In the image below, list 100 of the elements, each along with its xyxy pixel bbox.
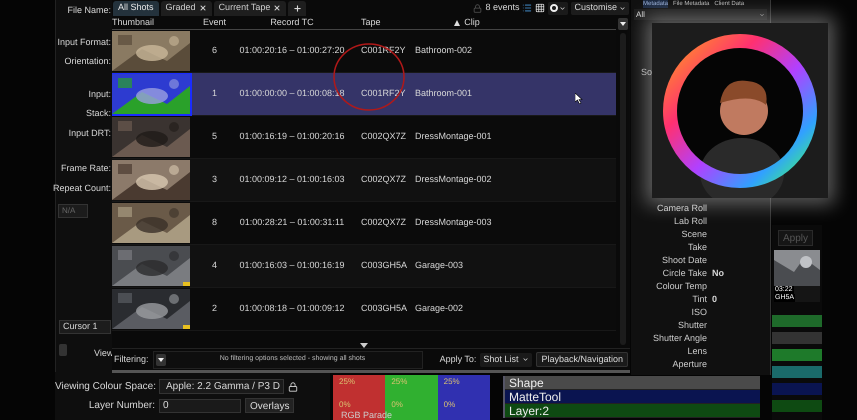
layer-row[interactable]: MatteTool [505,390,760,404]
metadata-label: Camera Roll [656,202,707,216]
record-tc-cell-text: 01:00:16:03 – 01:00:16:19 [238,259,346,272]
field-label: Repeat Count: [52,182,111,195]
list-view-icon[interactable] [522,3,532,13]
event-cell-text: 5 [210,130,218,144]
field-label: Layer Number: [88,399,155,413]
tape-cell-text: C003GH5A [360,259,407,272]
record-tc-cell-text: 01:00:09:12 – 01:00:16:03 [238,173,346,186]
metadata-value: 0 [712,293,718,306]
metadata-label: ISO [690,306,707,320]
field-label: Orientation: [64,55,111,68]
metadata-label: So [641,66,654,79]
event-cell-text: 6 [210,44,218,58]
shot-row[interactable]: 2 01:00:08:18 – 01:00:09:12 C003GH5A Garage-002 [112,288,616,331]
event-cell-text: 8 [210,216,218,230]
caret-icon [522,356,530,363]
event-cell-text: 3 [210,173,218,186]
layer-number-field[interactable]: 0 [159,398,241,412]
close-icon[interactable] [273,4,282,12]
metadata-label: Shoot Date [660,254,707,268]
lock-icon[interactable] [288,382,298,392]
field-label: Stack: [86,107,111,120]
scrollbar[interactable] [616,16,630,348]
caret-icon [158,358,164,362]
shot-row[interactable]: 8 01:00:28:21 – 01:00:31:11 C002QX7Z DressMontage-003 [112,202,616,245]
column-header[interactable]: Thumbnail [112,16,192,30]
tab[interactable]: All Shots [113,0,159,16]
colour-space-dropdown[interactable]: Apple: 2.2 Gamma / P3 D [159,379,284,394]
scale-label: 0% [391,399,403,411]
event-cell-text: 1 [210,87,218,100]
column-header[interactable]: Event [192,16,237,30]
caret-icon [619,4,626,12]
event-cell-text: 2 [210,302,218,316]
apply-to-label: Apply To: [440,352,476,366]
add-icon [292,4,302,12]
timeline-track [772,383,822,395]
tape-cell-text: C002QX7Z [360,130,407,144]
event-cell-text: 4 [210,259,218,272]
field-label: Input Format: [57,36,111,49]
timeline-track [772,400,822,412]
timeline-track [772,349,822,361]
clip-cell-text: DressMontage-002 [414,173,493,186]
options-dropdown[interactable] [548,2,568,14]
clip-cell-text: Bathroom-002 [414,44,474,58]
field-label: Input: [88,88,111,101]
scale-label: 25% [339,376,356,388]
clip-cell-text: Garage-003 [414,259,464,272]
scale-label: 25% [444,376,460,388]
metadata-label: Colour Temp [655,280,707,294]
tab[interactable]: Graded [160,0,212,16]
record-tc-cell-text: 01:00:28:21 – 01:00:31:11 [238,216,346,230]
shot-row[interactable]: 5 01:00:16:19 – 01:00:20:16 C002QX7Z DressMontage-001 [112,116,616,159]
tab[interactable]: Current Tape [214,0,286,16]
metadata-label: Tint [691,293,707,306]
close-icon[interactable] [198,4,207,12]
timeline-track [772,366,822,378]
metadata-label: Lab Roll [672,215,707,228]
pointer-icon [575,92,583,104]
metadata-filter-dropdown[interactable]: All [634,9,767,20]
collapse-icon[interactable] [360,343,368,348]
record-tc-cell-text: 01:00:08:18 – 01:00:09:12 [238,302,346,316]
add-tab-button[interactable] [288,0,306,16]
playback-navigation-button[interactable]: Playback/Navigation [536,352,628,367]
column-header[interactable]: Clip [407,16,527,30]
filtering-label: Filtering: [114,352,149,366]
caret-icon [620,22,626,26]
overlays-button[interactable]: Overlays [245,398,294,413]
tape-cell-text: C003GH5A [360,302,407,316]
metadata-value: No [712,267,724,280]
record-tc-cell-text: 01:00:20:16 – 01:00:27:20 [238,44,346,58]
clip-cell-text: DressMontage-003 [414,216,493,230]
cursor-dropdown[interactable]: Cursor 1 [59,320,111,334]
scale-label: 25% [391,376,408,388]
field-label: Input DRT: [68,127,111,140]
layer-row[interactable]: Shape [505,376,760,390]
apply-to-dropdown[interactable]: Shot List [480,352,532,366]
metadata-label: Aperture [671,358,707,372]
scale-label: 0% [444,399,456,411]
clip-cell-text: Bathroom-001 [414,87,474,100]
field-label: Frame Rate: [60,162,111,175]
shot-row[interactable]: 4 01:00:16:03 – 01:00:16:19 C003GH5A Garage-003 [112,245,616,288]
column-header[interactable]: Record TC [237,16,347,30]
metadata-label: Take [686,241,707,254]
clip-cell-text: DressMontage-001 [414,130,493,144]
timeline-track [772,315,822,327]
metadata-label: Circle Take [662,267,707,280]
layer-row[interactable]: Layer:2 [505,404,760,418]
column-header[interactable]: Tape [347,16,407,30]
metadata-label: Shutter [676,319,707,332]
tape-cell-text: C002QX7Z [360,173,407,186]
customise-dropdown[interactable]: Customise [571,2,629,14]
shot-row[interactable]: 3 01:00:09:12 – 01:00:16:03 C002QX7Z DressMontage-002 [112,159,616,202]
metadata-label: Lens [686,345,707,358]
caret-icon [559,4,566,12]
record-tc-cell-text: 01:00:16:19 – 01:00:20:16 [238,130,346,144]
grid-view-icon[interactable] [535,3,546,13]
field-label: Viewing Colour Space: [55,380,155,394]
event-count: 8 events [485,1,520,14]
tape-cell-text: C002QX7Z [360,216,407,230]
